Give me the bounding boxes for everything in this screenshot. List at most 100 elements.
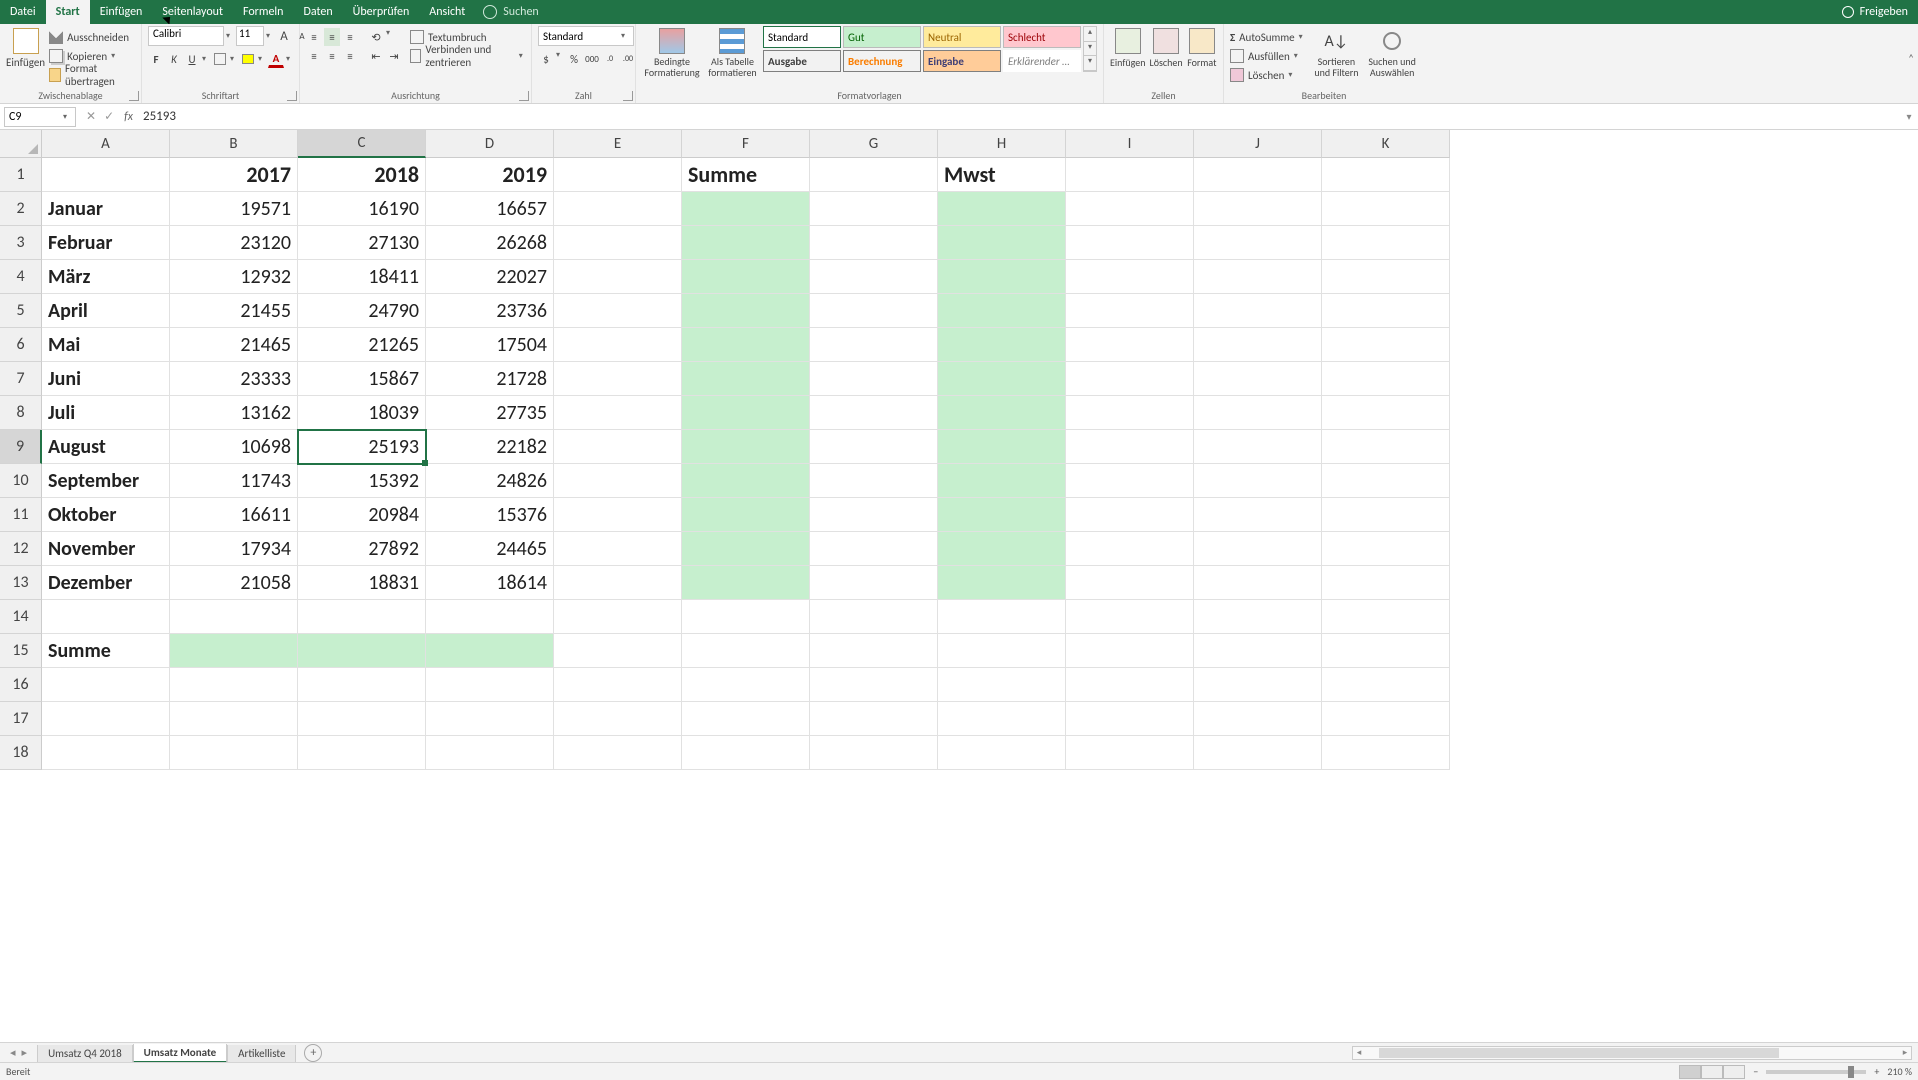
row-header-12[interactable]: 12 xyxy=(0,532,42,566)
cell-F2[interactable] xyxy=(682,192,810,226)
cell-H6[interactable] xyxy=(938,328,1066,362)
cell-K10[interactable] xyxy=(1322,464,1450,498)
cell-K1[interactable] xyxy=(1322,158,1450,192)
increase-font-button[interactable]: A xyxy=(276,27,292,45)
cell-F13[interactable] xyxy=(682,566,810,600)
cell-A14[interactable] xyxy=(42,600,170,634)
chevron-up-icon[interactable]: ▴ xyxy=(1084,27,1096,42)
cell-C8[interactable]: 18039 xyxy=(298,396,426,430)
row-header-13[interactable]: 13 xyxy=(0,566,42,600)
cell-H10[interactable] xyxy=(938,464,1066,498)
menu-tab-überprüfen[interactable]: Überprüfen xyxy=(343,0,420,24)
gallery-scroll[interactable]: ▴▾▾ xyxy=(1083,26,1097,72)
horizontal-scrollbar[interactable]: ◂▸ xyxy=(1352,1046,1912,1060)
cell-G8[interactable] xyxy=(810,396,938,430)
row-header-16[interactable]: 16 xyxy=(0,668,42,702)
cell-J7[interactable] xyxy=(1194,362,1322,396)
cell-F18[interactable] xyxy=(682,736,810,770)
cell-A10[interactable]: September xyxy=(42,464,170,498)
cell-E1[interactable] xyxy=(554,158,682,192)
cell-E4[interactable] xyxy=(554,260,682,294)
cell-K4[interactable] xyxy=(1322,260,1450,294)
cell-E14[interactable] xyxy=(554,600,682,634)
cell-G2[interactable] xyxy=(810,192,938,226)
view-buttons[interactable] xyxy=(1679,1065,1745,1079)
cell-B5[interactable]: 21455 xyxy=(170,294,298,328)
cell-H4[interactable] xyxy=(938,260,1066,294)
cell-B18[interactable] xyxy=(170,736,298,770)
delete-cells-button[interactable]: Löschen xyxy=(1150,26,1183,69)
cell-B17[interactable] xyxy=(170,702,298,736)
cell-E18[interactable] xyxy=(554,736,682,770)
sheet-tab-umsatz-q4-2018[interactable]: Umsatz Q4 2018 xyxy=(37,1045,133,1063)
fx-icon[interactable]: fx xyxy=(124,110,133,124)
tell-me-search[interactable]: Suchen xyxy=(483,5,538,19)
cell-E16[interactable] xyxy=(554,668,682,702)
align-middle-button[interactable]: ≡ xyxy=(324,28,340,46)
column-header-D[interactable]: D xyxy=(426,130,554,158)
cell-I4[interactable] xyxy=(1066,260,1194,294)
chevron-down-icon[interactable]: ▾ xyxy=(63,112,71,122)
cell-K5[interactable] xyxy=(1322,294,1450,328)
cell-B11[interactable]: 16611 xyxy=(170,498,298,532)
cell-G12[interactable] xyxy=(810,532,938,566)
cut-button[interactable]: Ausschneiden xyxy=(49,28,135,46)
page-layout-view-button[interactable] xyxy=(1701,1065,1723,1079)
sheet-tab-artikelliste[interactable]: Artikelliste xyxy=(227,1045,296,1063)
cell-I15[interactable] xyxy=(1066,634,1194,668)
fill-color-button[interactable] xyxy=(240,50,256,68)
cell-D8[interactable]: 27735 xyxy=(426,396,554,430)
cell-I10[interactable] xyxy=(1066,464,1194,498)
cell-C16[interactable] xyxy=(298,668,426,702)
cell-A8[interactable]: Juli xyxy=(42,396,170,430)
cell-F10[interactable] xyxy=(682,464,810,498)
cell-I11[interactable] xyxy=(1066,498,1194,532)
cell-C17[interactable] xyxy=(298,702,426,736)
cell-I14[interactable] xyxy=(1066,600,1194,634)
collapse-ribbon-button[interactable]: ˄ xyxy=(1908,52,1914,65)
cell-J16[interactable] xyxy=(1194,668,1322,702)
cell-G6[interactable] xyxy=(810,328,938,362)
cell-K15[interactable] xyxy=(1322,634,1450,668)
cell-F17[interactable] xyxy=(682,702,810,736)
underline-button[interactable]: U xyxy=(184,50,200,68)
cell-J13[interactable] xyxy=(1194,566,1322,600)
column-headers[interactable]: ABCDEFGHIJK xyxy=(42,130,1918,158)
row-header-18[interactable]: 18 xyxy=(0,736,42,770)
dialog-launcher-icon[interactable] xyxy=(519,91,529,101)
cell-D4[interactable]: 22027 xyxy=(426,260,554,294)
cancel-formula-icon[interactable]: ✕ xyxy=(86,109,96,124)
cell-D18[interactable] xyxy=(426,736,554,770)
cell-F9[interactable] xyxy=(682,430,810,464)
cell-B9[interactable]: 10698 xyxy=(170,430,298,464)
cell-C1[interactable]: 2018 xyxy=(298,158,426,192)
cell-J5[interactable] xyxy=(1194,294,1322,328)
cell-I13[interactable] xyxy=(1066,566,1194,600)
cell-C12[interactable]: 27892 xyxy=(298,532,426,566)
cell-J6[interactable] xyxy=(1194,328,1322,362)
cell-H2[interactable] xyxy=(938,192,1066,226)
cell-B3[interactable]: 23120 xyxy=(170,226,298,260)
cell-I17[interactable] xyxy=(1066,702,1194,736)
cell-J18[interactable] xyxy=(1194,736,1322,770)
align-bottom-button[interactable]: ≡ xyxy=(342,28,358,46)
cell-F3[interactable] xyxy=(682,226,810,260)
zoom-in-button[interactable]: + xyxy=(1874,1065,1879,1078)
cell-H1[interactable]: Mwst xyxy=(938,158,1066,192)
cell-H18[interactable] xyxy=(938,736,1066,770)
cell-I3[interactable] xyxy=(1066,226,1194,260)
nav-prev-icon[interactable]: ▸ xyxy=(22,1046,28,1059)
dialog-launcher-icon[interactable] xyxy=(623,91,633,101)
cell-K2[interactable] xyxy=(1322,192,1450,226)
cell-J10[interactable] xyxy=(1194,464,1322,498)
cell-A5[interactable]: April xyxy=(42,294,170,328)
cell-C6[interactable]: 21265 xyxy=(298,328,426,362)
cell-A9[interactable]: August xyxy=(42,430,170,464)
cell-A13[interactable]: Dezember xyxy=(42,566,170,600)
cell-A15[interactable]: Summe xyxy=(42,634,170,668)
cell-C10[interactable]: 15392 xyxy=(298,464,426,498)
cell-F4[interactable] xyxy=(682,260,810,294)
add-sheet-button[interactable]: + xyxy=(304,1044,322,1062)
cell-D3[interactable]: 26268 xyxy=(426,226,554,260)
cell-H7[interactable] xyxy=(938,362,1066,396)
